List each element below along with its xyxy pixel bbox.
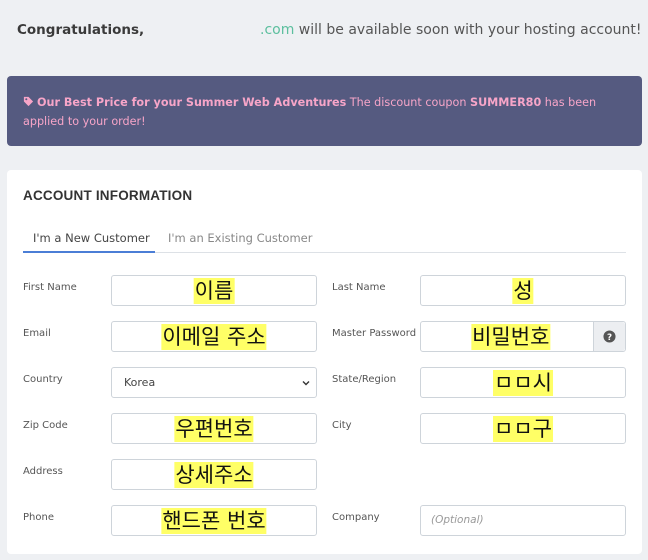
email-value: 이메일 주소 <box>161 323 267 350</box>
promo-text-before: The discount coupon <box>346 96 471 109</box>
account-title: ACCOUNT INFORMATION <box>23 188 193 203</box>
state-input[interactable]: ㅁㅁ시 <box>420 367 626 398</box>
congrats-message: .com will be available soon with your ho… <box>260 22 642 38</box>
account-card: ACCOUNT INFORMATION I'm a New Customer I… <box>7 170 642 554</box>
city-input[interactable]: ㅁㅁ구 <box>420 413 626 444</box>
last-name-value: 성 <box>512 277 534 304</box>
tab-existing-customer[interactable]: I'm an Existing Customer <box>168 231 312 253</box>
email-input[interactable]: 이메일 주소 <box>111 321 317 352</box>
zip-label: Zip Code <box>23 420 68 431</box>
active-tab-indicator <box>23 251 155 253</box>
phone-input[interactable]: 핸드폰 번호 <box>111 505 317 536</box>
phone-value: 핸드폰 번호 <box>161 507 267 534</box>
congrats-banner: Congratulations, .com will be available … <box>17 22 642 44</box>
promo-coupon: SUMMER80 <box>470 96 542 109</box>
first-name-value: 이름 <box>193 277 235 304</box>
state-label: State/Region <box>332 374 397 385</box>
chevron-down-icon <box>302 381 310 386</box>
master-password-input[interactable]: 비밀번호 ? <box>420 321 626 352</box>
tag-icon <box>23 96 34 107</box>
congrats-label: Congratulations, <box>17 22 145 38</box>
first-name-label: First Name <box>23 282 77 293</box>
phone-label: Phone <box>23 512 54 523</box>
congrats-text: will be available soon with your hosting… <box>294 22 642 38</box>
first-name-input[interactable]: 이름 <box>111 275 317 306</box>
city-value: ㅁㅁ구 <box>493 415 553 442</box>
svg-text:?: ? <box>607 333 612 343</box>
zip-input[interactable]: 우편번호 <box>111 413 317 444</box>
zip-value: 우편번호 <box>174 415 254 442</box>
last-name-label: Last Name <box>332 282 386 293</box>
master-password-value: 비밀번호 <box>471 323 551 350</box>
company-label: Company <box>332 512 380 523</box>
address-value: 상세주소 <box>174 461 254 488</box>
domain-suffix: .com <box>260 22 295 38</box>
email-label: Email <box>23 328 51 339</box>
country-select[interactable]: Korea <box>111 367 317 398</box>
promo-title: Our Best Price for your Summer Web Adven… <box>37 96 347 109</box>
password-help-button[interactable]: ? <box>593 322 625 351</box>
city-label: City <box>332 420 352 431</box>
address-label: Address <box>23 466 63 477</box>
company-placeholder: (Optional) <box>431 514 484 526</box>
company-input[interactable]: (Optional) <box>420 505 626 536</box>
promo-banner: Our Best Price for your Summer Web Adven… <box>7 76 642 146</box>
customer-tabs: I'm a New Customer I'm an Existing Custo… <box>23 227 626 253</box>
master-password-label: Master Password <box>332 328 417 339</box>
state-value: ㅁㅁ시 <box>493 369 553 396</box>
country-label: Country <box>23 374 63 385</box>
country-value: Korea <box>124 376 156 389</box>
address-input[interactable]: 상세주소 <box>111 459 317 490</box>
question-circle-icon: ? <box>603 330 616 343</box>
last-name-input[interactable]: 성 <box>420 275 626 306</box>
tab-new-customer[interactable]: I'm a New Customer <box>33 231 150 253</box>
